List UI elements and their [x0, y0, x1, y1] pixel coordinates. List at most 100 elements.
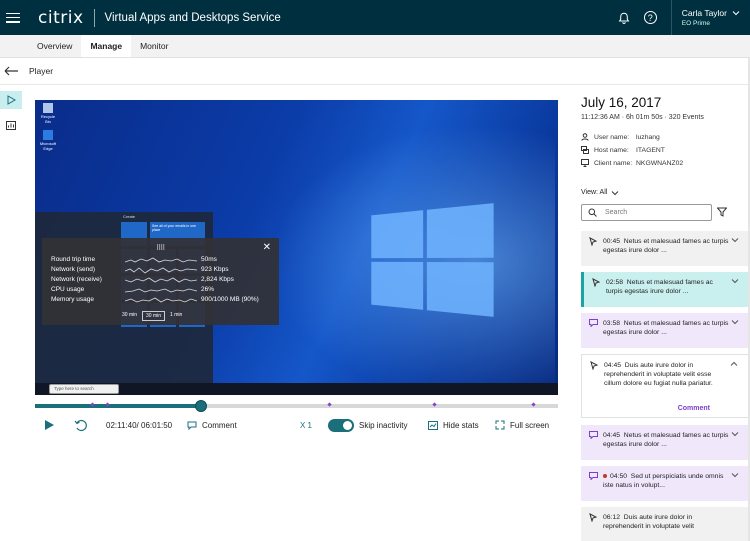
stat-row: Network (send) 923 Kbps: [51, 266, 271, 275]
chevron-up-icon[interactable]: [730, 361, 738, 367]
chevron-down-icon[interactable]: [731, 431, 739, 437]
event-item-selected[interactable]: 02:58 Netus et malesuad fames ac turpis …: [581, 272, 750, 307]
citrix-logo[interactable]: citrix: [38, 8, 84, 28]
speed-button[interactable]: X 1: [300, 421, 312, 430]
top-bar: citrix Virtual Apps and Desktops Service…: [0, 0, 750, 35]
tab-manage[interactable]: Manage: [81, 35, 131, 57]
play-icon: [44, 419, 55, 431]
replay-icon: [74, 419, 88, 432]
event-item[interactable]: 04:50 Sed ut perspiciatis unde omnis ist…: [581, 466, 750, 501]
cursor-icon: [590, 361, 598, 370]
stat-row: Memory usage 900/1000 MB (90%): [51, 296, 271, 305]
help-icon[interactable]: ?: [644, 11, 657, 24]
timeline-played: [35, 404, 201, 408]
user-icon: [581, 133, 589, 141]
timeline-scrubber[interactable]: [195, 400, 207, 412]
add-comment-link[interactable]: Comment: [678, 404, 710, 413]
host-name-field: Host name: ITAGENT: [581, 146, 665, 154]
user-name-field: User name: luzhang: [581, 133, 660, 141]
sparkline: [125, 266, 197, 275]
rail-reports-button[interactable]: [0, 116, 22, 134]
event-search-input[interactable]: Search: [581, 204, 712, 221]
service-title: Virtual Apps and Desktops Service: [105, 12, 281, 24]
range-option-selected[interactable]: 30 min: [142, 311, 165, 321]
event-item[interactable]: 03:58 Netus et malesuad fames ac turpis …: [581, 313, 750, 348]
stats-range-selector: 30 min 30 min 1 min: [119, 311, 187, 321]
bell-icon[interactable]: [618, 12, 630, 24]
stat-row: CPU usage 26%: [51, 286, 271, 295]
drag-handle-icon[interactable]: ⠿⠿: [156, 244, 164, 252]
toggle-switch[interactable]: [328, 419, 354, 432]
cursor-icon: [589, 237, 597, 246]
chevron-down-icon[interactable]: [731, 278, 739, 284]
fullscreen-icon: [495, 420, 505, 430]
timeline-marker[interactable]: [327, 402, 331, 406]
event-list: 00:45 Netus et malesuad fames ac turpis …: [581, 231, 750, 541]
event-item[interactable]: 06:12 Duis aute irure dolor in reprehend…: [581, 507, 750, 541]
back-arrow-icon[interactable]: [4, 66, 19, 76]
desktop-icon-recycle-bin[interactable]: Recycle Bin: [39, 103, 57, 124]
view-filter-dropdown[interactable]: View: All: [581, 189, 619, 196]
stat-row: Round trip time 50ms: [51, 256, 271, 265]
comment-icon: [187, 421, 197, 430]
desktop-icon-edge[interactable]: Microsoft Edge: [39, 130, 57, 151]
event-item[interactable]: 00:45 Netus et malesuad fames ac turpis …: [581, 231, 750, 266]
range-option[interactable]: 1 min: [167, 311, 185, 321]
sparkline: [125, 296, 197, 305]
divider: [94, 9, 95, 27]
windows-taskbar: Type here to search: [35, 383, 558, 395]
main-tabs: Overview Manage Monitor: [0, 35, 750, 58]
user-name: Carla Taylor: [682, 8, 727, 18]
skip-inactivity-toggle[interactable]: Skip inactivity: [328, 419, 407, 432]
sparkline: [125, 286, 197, 295]
user-menu[interactable]: Carla Taylor EO Prime: [672, 8, 750, 27]
hide-stats-button[interactable]: Hide stats: [428, 421, 479, 430]
tab-overview[interactable]: Overview: [28, 35, 81, 57]
unread-dot: [603, 474, 607, 478]
taskbar-search[interactable]: Type here to search: [49, 384, 119, 394]
chevron-down-icon: [732, 10, 740, 16]
playback-timeline[interactable]: [35, 404, 558, 408]
playback-controls: 02:11:40/ 06:01:50 Comment X 1 Skip inac…: [35, 414, 558, 436]
chart-icon: [6, 121, 16, 130]
sparkline: [125, 276, 197, 285]
chevron-down-icon: [611, 190, 619, 196]
filter-icon[interactable]: [717, 207, 727, 217]
full-screen-button[interactable]: Full screen: [495, 420, 549, 430]
cursor-icon: [592, 278, 600, 287]
comment-icon: [589, 472, 598, 480]
session-meta: 11:12:36 AM · 6h 01m 50s · 320 Events: [581, 114, 704, 121]
timeline-marker[interactable]: [531, 402, 535, 406]
event-item-expanded[interactable]: 04:45 Duis aute irure dolor in reprehend…: [581, 354, 750, 418]
client-name-field: Client name: NKGWNANZ02: [581, 159, 683, 167]
play-outline-icon: [7, 95, 16, 105]
stat-row: Network (receive) 2,824 Kbps: [51, 276, 271, 285]
search-icon: [588, 208, 597, 217]
cursor-icon: [589, 513, 597, 522]
tab-monitor[interactable]: Monitor: [131, 35, 177, 57]
player-header: Player: [0, 58, 750, 85]
page-title: Player: [29, 66, 53, 76]
comment-button[interactable]: Comment: [187, 421, 237, 430]
play-button[interactable]: [44, 419, 55, 431]
close-icon[interactable]: ✕: [263, 242, 271, 253]
session-date: July 16, 2017: [581, 95, 661, 110]
event-item[interactable]: 04:45 Netus et malesuad fames ac turpis …: [581, 425, 750, 460]
chevron-down-icon[interactable]: [731, 472, 739, 478]
comment-icon: [589, 319, 598, 327]
rail-player-button[interactable]: [0, 91, 22, 109]
chevron-down-icon[interactable]: [731, 237, 739, 243]
replay-button[interactable]: [74, 419, 88, 432]
stats-overlay: ⠿⠿ ✕ Round trip time 50ms Network (send)…: [42, 238, 279, 325]
range-option[interactable]: 30 min: [119, 311, 140, 321]
timeline-marker[interactable]: [432, 402, 436, 406]
user-org: EO Prime: [682, 20, 740, 27]
comment-icon: [589, 431, 598, 439]
chevron-down-icon[interactable]: [731, 319, 739, 325]
sparkline: [125, 256, 197, 265]
playback-time: 02:11:40/ 06:01:50: [106, 421, 172, 430]
menu-icon[interactable]: [6, 13, 20, 23]
stats-icon: [428, 421, 438, 430]
session-details-panel: July 16, 2017 11:12:36 AM · 6h 01m 50s ·…: [573, 85, 750, 541]
host-icon: [581, 146, 589, 154]
